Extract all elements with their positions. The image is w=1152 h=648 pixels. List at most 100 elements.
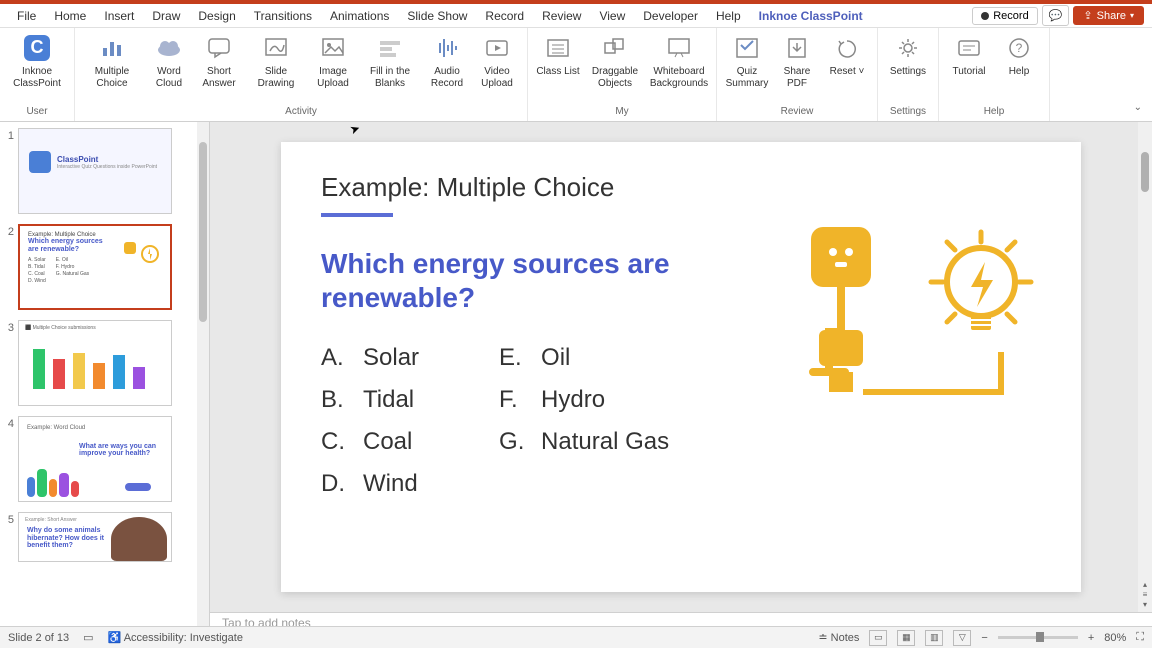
option-F: F.Hydro bbox=[499, 386, 669, 414]
thumb-number: 3 bbox=[4, 320, 18, 334]
ribbon-draggable-objects[interactable]: Draggable Objects bbox=[584, 30, 646, 104]
menu-developer[interactable]: Developer bbox=[634, 7, 707, 25]
next-slide-button[interactable]: ▾ bbox=[1140, 600, 1150, 608]
slide-area: ➤ Example: Multiple Choice Which energy … bbox=[210, 122, 1152, 626]
option-B: B.Tidal bbox=[321, 386, 419, 414]
slide-main[interactable]: Example: Multiple Choice Which energy so… bbox=[281, 142, 1081, 592]
share-icon: ⇪ bbox=[1083, 9, 1092, 22]
help-icon: ? bbox=[1005, 34, 1033, 62]
image-icon bbox=[319, 34, 347, 62]
accessibility-icon: ♿ bbox=[108, 632, 122, 644]
split-icon[interactable]: ≡ bbox=[1140, 590, 1150, 598]
audio-icon bbox=[433, 34, 461, 62]
C-icon: C bbox=[23, 34, 51, 62]
zoom-out-button[interactable]: − bbox=[981, 632, 987, 644]
zoom-level[interactable]: 80% bbox=[1104, 632, 1126, 644]
option-G: G.Natural Gas bbox=[499, 428, 669, 456]
accessibility-status[interactable]: ♿ Accessibility: Investigate bbox=[108, 631, 243, 644]
pdf-icon bbox=[783, 34, 811, 62]
ribbon-video-upload[interactable]: Video Upload bbox=[473, 30, 521, 104]
ribbon-word-cloud[interactable]: Word Cloud bbox=[145, 30, 193, 104]
display-settings-icon[interactable]: ▭ bbox=[83, 631, 93, 644]
menu-classpoint[interactable]: Inknoe ClassPoint bbox=[750, 7, 872, 25]
thumb-number: 4 bbox=[4, 416, 18, 430]
menu-home[interactable]: Home bbox=[45, 7, 95, 25]
option-A: A.Solar bbox=[321, 344, 419, 372]
thumbnail-slide-3[interactable]: ⬛ Multiple Choice submissions bbox=[18, 320, 172, 406]
ribbon-group-review: Review bbox=[723, 104, 871, 121]
prev-slide-button[interactable]: ▴ bbox=[1140, 580, 1150, 588]
chat-icon bbox=[205, 34, 233, 62]
ribbon-slide-drawing[interactable]: Slide Drawing bbox=[245, 30, 307, 104]
tut-icon bbox=[955, 34, 983, 62]
menu-draw[interactable]: Draw bbox=[143, 7, 189, 25]
menu-transitions[interactable]: Transitions bbox=[245, 7, 321, 25]
thumb-number: 2 bbox=[4, 224, 18, 238]
normal-view-button[interactable]: ▭ bbox=[869, 630, 887, 646]
ribbon-fill-in-the-blanks[interactable]: Fill in the Blanks bbox=[359, 30, 421, 104]
record-dot-icon bbox=[981, 12, 989, 20]
menu-file[interactable]: File bbox=[8, 7, 45, 25]
share-button[interactable]: ⇪Share▾ bbox=[1073, 6, 1144, 25]
notes-pane[interactable]: Tap to add notes bbox=[210, 612, 1152, 626]
ribbon-audio-record[interactable]: Audio Record bbox=[423, 30, 471, 104]
drag-icon bbox=[601, 34, 629, 62]
fit-to-window-button[interactable]: ⛶ bbox=[1136, 631, 1144, 644]
draw-icon bbox=[262, 34, 290, 62]
menu-record[interactable]: Record bbox=[476, 7, 533, 25]
zoom-in-button[interactable]: + bbox=[1088, 632, 1094, 644]
collapse-ribbon-button[interactable]: ⌄ bbox=[1134, 102, 1142, 113]
ribbon-help[interactable]: ?Help bbox=[995, 30, 1043, 104]
slideshow-view-button[interactable]: ▽ bbox=[953, 630, 971, 646]
zoom-slider[interactable] bbox=[998, 636, 1078, 639]
slide-counter: Slide 2 of 13 bbox=[8, 632, 69, 644]
menu-design[interactable]: Design bbox=[189, 7, 244, 25]
ribbon-short-answer[interactable]: Short Answer bbox=[195, 30, 243, 104]
menu-slideshow[interactable]: Slide Show bbox=[398, 7, 476, 25]
video-icon bbox=[483, 34, 511, 62]
chevron-down-icon: ▾ bbox=[1130, 11, 1134, 20]
svg-text:?: ? bbox=[1016, 41, 1023, 55]
ribbon-whiteboard-backgrounds[interactable]: Whiteboard Backgrounds bbox=[648, 30, 710, 104]
record-button[interactable]: Record bbox=[972, 7, 1037, 25]
ribbon-multiple-choice[interactable]: Multiple Choice bbox=[81, 30, 143, 104]
ribbon-settings[interactable]: Settings bbox=[884, 30, 932, 104]
menu-review[interactable]: Review bbox=[533, 7, 590, 25]
ribbon-share-pdf[interactable]: Share PDF bbox=[773, 30, 821, 104]
ribbon-quiz-summary[interactable]: Quiz Summary bbox=[723, 30, 771, 104]
thumbnail-panel[interactable]: 1ClassPointInteractive Quiz Questions in… bbox=[0, 122, 210, 626]
ribbon-tutorial[interactable]: Tutorial bbox=[945, 30, 993, 104]
menu-animations[interactable]: Animations bbox=[321, 7, 398, 25]
notes-toggle[interactable]: ≐ Notes bbox=[818, 631, 859, 644]
title-underline bbox=[321, 213, 393, 217]
thumbnail-slide-5[interactable]: Example: Short AnswerWhy do some animals… bbox=[18, 512, 172, 562]
thumbnail-slide-4[interactable]: Example: Word CloudWhat are ways you can… bbox=[18, 416, 172, 502]
ribbon-group-settings: Settings bbox=[884, 104, 932, 121]
sorter-view-button[interactable]: ▦ bbox=[897, 630, 915, 646]
slide-scrollbar[interactable]: ▴ ≡ ▾ bbox=[1138, 122, 1152, 612]
wb-icon bbox=[665, 34, 693, 62]
slide-question: Which energy sources are renewable? bbox=[321, 247, 681, 314]
ribbon-group-activity: Activity bbox=[81, 104, 521, 121]
ribbon-reset[interactable]: Reset ˅ bbox=[823, 30, 871, 104]
menu-view[interactable]: View bbox=[590, 7, 634, 25]
reading-view-button[interactable]: ▥ bbox=[925, 630, 943, 646]
slide-scroll-handle[interactable] bbox=[1141, 152, 1149, 192]
zoom-handle[interactable] bbox=[1036, 632, 1044, 642]
slide-canvas[interactable]: Example: Multiple Choice Which energy so… bbox=[210, 122, 1152, 612]
ribbon-class-list[interactable]: Class List bbox=[534, 30, 582, 104]
thumbnail-slide-1[interactable]: ClassPointInteractive Quiz Questions ins… bbox=[18, 128, 172, 214]
menu-insert[interactable]: Insert bbox=[95, 7, 143, 25]
ribbon-group-user: User bbox=[6, 104, 68, 121]
thumb-scroll-handle[interactable] bbox=[199, 142, 207, 322]
thumbnail-slide-2[interactable]: Example: Multiple ChoiceWhich energy sou… bbox=[18, 224, 172, 310]
comments-button[interactable]: 💬 bbox=[1042, 5, 1070, 26]
option-E: E.Oil bbox=[499, 344, 669, 372]
menu-help[interactable]: Help bbox=[707, 7, 750, 25]
status-bar: Slide 2 of 13 ▭ ♿ Accessibility: Investi… bbox=[0, 626, 1152, 648]
thumb-number: 1 bbox=[4, 128, 18, 142]
ribbon-image-upload[interactable]: Image Upload bbox=[309, 30, 357, 104]
ribbon-inknoe-classpoint[interactable]: CInknoe ClassPoint bbox=[6, 30, 68, 104]
thumb-scrollbar[interactable] bbox=[197, 122, 209, 626]
ribbon-group-my: My bbox=[534, 104, 710, 121]
